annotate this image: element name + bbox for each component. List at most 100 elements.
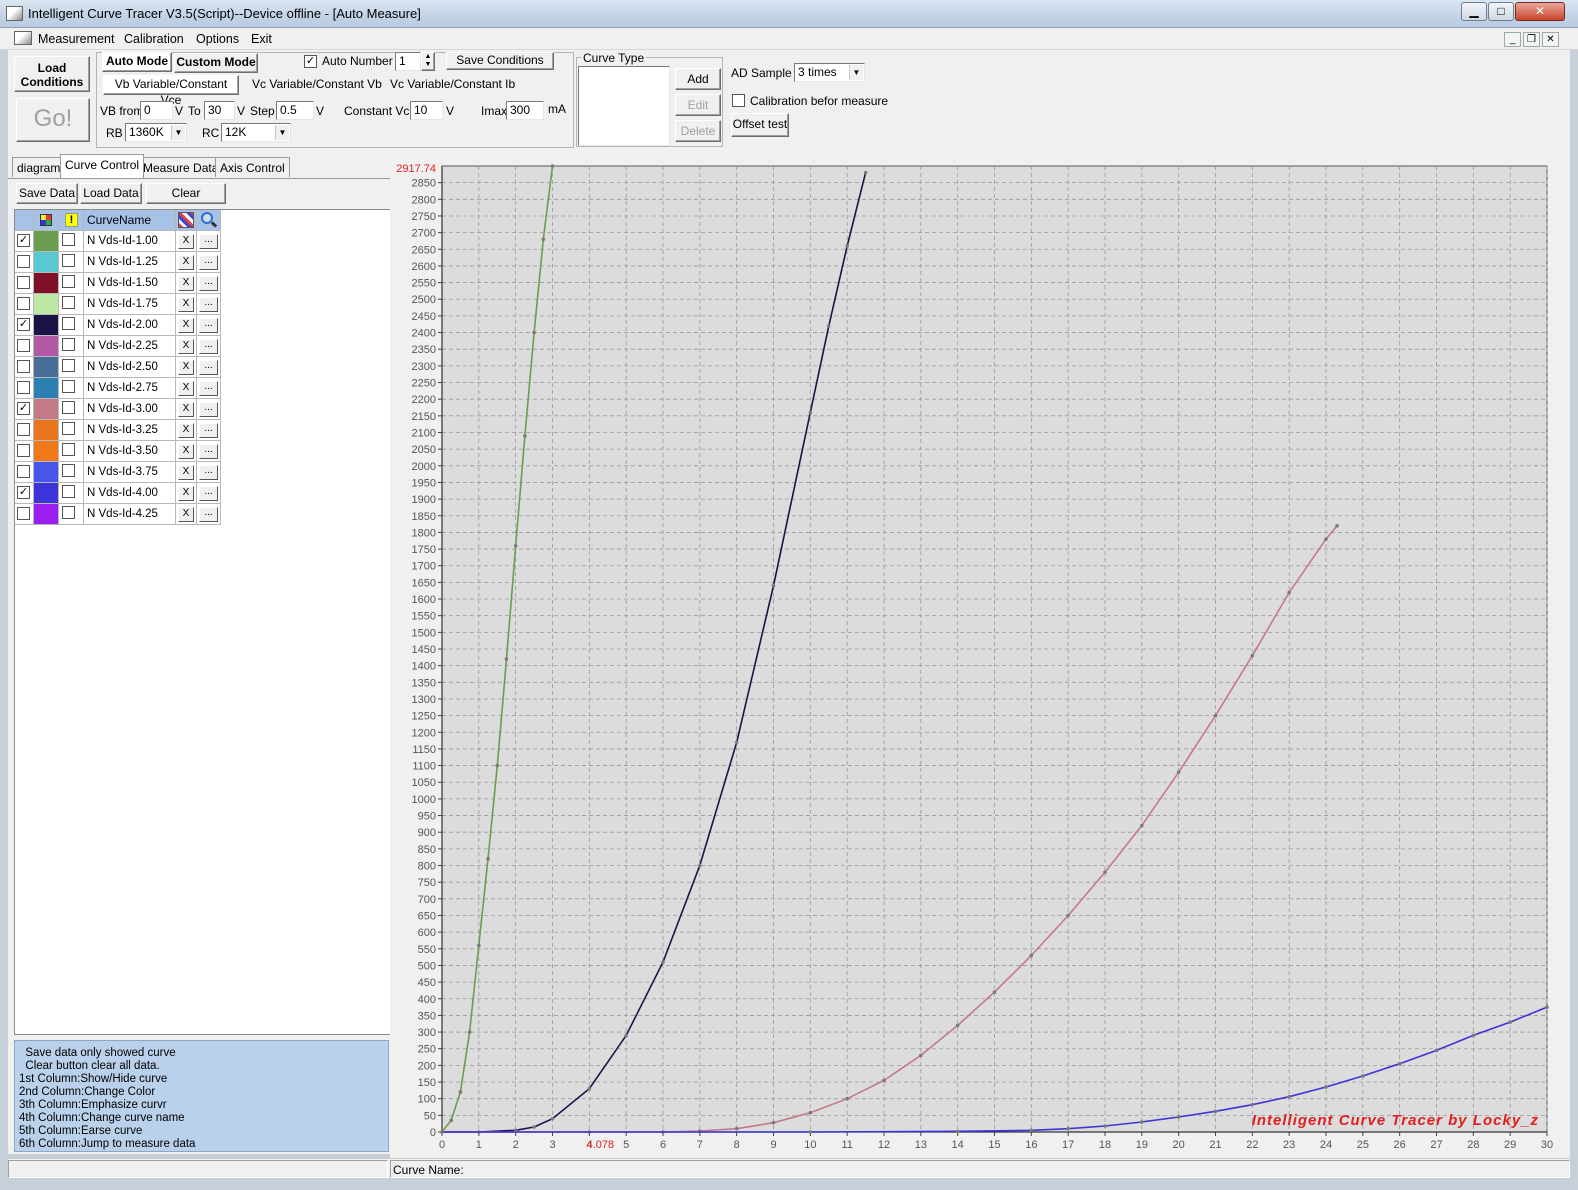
- show-curve-checkbox[interactable]: [17, 255, 30, 268]
- erase-curve-button[interactable]: X: [178, 360, 194, 375]
- tab-axis-control[interactable]: Axis Control: [215, 157, 290, 177]
- curve-name-cell[interactable]: N Vds-Id-4.00: [84, 483, 176, 504]
- maximize-button[interactable]: □: [1488, 2, 1514, 21]
- add-button[interactable]: Add: [675, 68, 721, 90]
- curve-color-swatch[interactable]: [34, 483, 59, 504]
- menu-calibration[interactable]: Calibration: [124, 32, 184, 46]
- jump-to-data-button[interactable]: ...: [199, 402, 218, 417]
- show-curve-checkbox[interactable]: ✓: [17, 486, 30, 499]
- emphasize-checkbox[interactable]: [62, 275, 75, 288]
- jump-to-data-button[interactable]: ...: [199, 486, 218, 501]
- jump-to-data-button[interactable]: ...: [199, 381, 218, 396]
- curve-color-swatch[interactable]: [34, 252, 59, 273]
- emphasize-checkbox[interactable]: [62, 296, 75, 309]
- tab-measure-data[interactable]: Measure Data: [138, 157, 224, 177]
- show-curve-checkbox[interactable]: [17, 381, 30, 394]
- curve-color-swatch[interactable]: [34, 315, 59, 336]
- jump-to-data-button[interactable]: ...: [199, 318, 218, 333]
- curve-name-cell[interactable]: N Vds-Id-2.00: [84, 315, 176, 336]
- auto-number-spinner[interactable]: ▲ ▼: [421, 52, 435, 71]
- show-curve-checkbox[interactable]: [17, 507, 30, 520]
- child-close-icon[interactable]: ✕: [1542, 32, 1559, 47]
- menu-options[interactable]: Options: [196, 32, 239, 46]
- erase-curve-button[interactable]: X: [178, 507, 194, 522]
- emphasize-checkbox[interactable]: [62, 401, 75, 414]
- curve-color-swatch[interactable]: [34, 357, 59, 378]
- erase-curve-button[interactable]: X: [178, 318, 194, 333]
- edit-button[interactable]: Edit: [675, 94, 721, 116]
- erase-curve-button[interactable]: X: [178, 234, 194, 249]
- curve-color-swatch[interactable]: [34, 504, 59, 525]
- emphasize-checkbox[interactable]: [62, 422, 75, 435]
- erase-curve-button[interactable]: X: [178, 465, 194, 480]
- curve-name-cell[interactable]: N Vds-Id-1.00: [84, 231, 176, 252]
- curve-name-cell[interactable]: N Vds-Id-2.50: [84, 357, 176, 378]
- curve-color-swatch[interactable]: [34, 399, 59, 420]
- jump-to-data-button[interactable]: ...: [199, 444, 218, 459]
- erase-curve-button[interactable]: X: [178, 444, 194, 459]
- tab-vc-variable-vb[interactable]: Vc Variable/Constant Vb: [252, 77, 382, 91]
- emphasize-checkbox[interactable]: [62, 359, 75, 372]
- curve-type-list[interactable]: [578, 66, 670, 146]
- chevron-down-icon[interactable]: ▼: [171, 125, 185, 140]
- curve-color-swatch[interactable]: [34, 273, 59, 294]
- emphasize-checkbox[interactable]: [62, 233, 75, 246]
- show-curve-checkbox[interactable]: [17, 444, 30, 457]
- curve-name-cell[interactable]: N Vds-Id-2.75: [84, 378, 176, 399]
- curve-color-swatch[interactable]: [34, 378, 59, 399]
- menu-measurement[interactable]: Measurement: [38, 32, 114, 46]
- jump-to-data-button[interactable]: ...: [199, 423, 218, 438]
- offset-test-button[interactable]: Offset test: [731, 113, 789, 137]
- curve-name-cell[interactable]: N Vds-Id-3.50: [84, 441, 176, 462]
- jump-to-data-button[interactable]: ...: [199, 255, 218, 270]
- emphasize-checkbox[interactable]: [62, 506, 75, 519]
- erase-curve-button[interactable]: X: [178, 381, 194, 396]
- custom-mode-tab[interactable]: Custom Mode: [174, 53, 258, 73]
- clear-button[interactable]: Clear: [146, 183, 226, 204]
- chevron-down-icon[interactable]: ▼: [849, 65, 863, 80]
- imax-input[interactable]: 300: [506, 101, 544, 120]
- jump-to-data-button[interactable]: ...: [199, 276, 218, 291]
- erase-curve-button[interactable]: X: [178, 255, 194, 270]
- close-button[interactable]: ✕: [1515, 2, 1565, 21]
- tab-vc-variable-ib[interactable]: Vc Variable/Constant Ib: [390, 77, 515, 91]
- show-curve-checkbox[interactable]: ✓: [17, 234, 30, 247]
- rb-select[interactable]: 1360K ▼: [125, 123, 187, 142]
- tab-curve-control[interactable]: Curve Control: [60, 154, 145, 178]
- curve-name-cell[interactable]: N Vds-Id-1.50: [84, 273, 176, 294]
- jump-to-data-button[interactable]: ...: [199, 465, 218, 480]
- vb-from-input[interactable]: 0: [140, 101, 173, 120]
- minimize-button[interactable]: ▁: [1461, 2, 1487, 21]
- delete-button[interactable]: Delete: [675, 120, 721, 142]
- constant-vce-input[interactable]: 10: [410, 101, 443, 120]
- save-data-button[interactable]: Save Data: [16, 183, 78, 204]
- curve-color-swatch[interactable]: [34, 420, 59, 441]
- erase-curve-button[interactable]: X: [178, 423, 194, 438]
- jump-to-data-button[interactable]: ...: [199, 360, 218, 375]
- curve-color-swatch[interactable]: [34, 441, 59, 462]
- rc-select[interactable]: 12K ▼: [221, 123, 291, 142]
- emphasize-checkbox[interactable]: [62, 443, 75, 456]
- show-curve-checkbox[interactable]: [17, 339, 30, 352]
- child-restore-icon[interactable]: ❐: [1523, 32, 1540, 47]
- load-data-button[interactable]: Load Data: [80, 183, 142, 204]
- jump-to-data-button[interactable]: ...: [199, 297, 218, 312]
- child-minimize-icon[interactable]: _: [1504, 32, 1521, 47]
- step-input[interactable]: 0.5: [276, 101, 314, 120]
- auto-number-checkbox[interactable]: ✓: [304, 55, 317, 68]
- calibration-checkbox[interactable]: [732, 94, 745, 107]
- go-button[interactable]: Go!: [16, 98, 90, 142]
- auto-number-input[interactable]: 1: [395, 52, 421, 71]
- show-curve-checkbox[interactable]: [17, 423, 30, 436]
- show-curve-checkbox[interactable]: [17, 276, 30, 289]
- ad-sample-select[interactable]: 3 times ▼: [794, 63, 865, 82]
- curve-color-swatch[interactable]: [34, 336, 59, 357]
- chevron-down-icon[interactable]: ▼: [275, 125, 289, 140]
- erase-curve-button[interactable]: X: [178, 402, 194, 417]
- jump-to-data-button[interactable]: ...: [199, 339, 218, 354]
- erase-curve-button[interactable]: X: [178, 276, 194, 291]
- show-curve-checkbox[interactable]: [17, 360, 30, 373]
- jump-to-data-button[interactable]: ...: [199, 234, 218, 249]
- curve-name-cell[interactable]: N Vds-Id-4.25: [84, 504, 176, 525]
- curve-name-cell[interactable]: N Vds-Id-2.25: [84, 336, 176, 357]
